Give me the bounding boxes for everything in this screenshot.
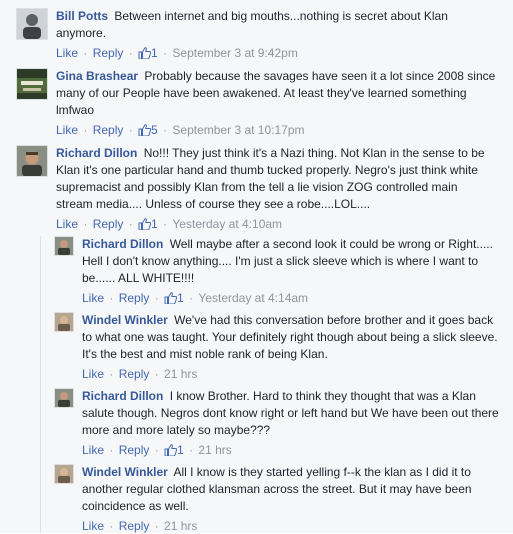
avatar[interactable] xyxy=(54,312,74,332)
reply: Windel Winkler We've had this conversati… xyxy=(54,312,504,382)
reply-link[interactable]: Reply xyxy=(93,123,124,137)
comment-author[interactable]: Richard Dillon xyxy=(56,146,137,160)
timestamp[interactable]: 21 hrs xyxy=(164,367,197,381)
reply-actions: Like · Reply · 1 · 21 hrs xyxy=(82,442,502,460)
avatar[interactable] xyxy=(16,68,48,100)
avatar[interactable] xyxy=(16,8,48,40)
reply-link[interactable]: Reply xyxy=(119,519,150,533)
reply-author[interactable]: Richard Dillon xyxy=(82,389,163,403)
profile-photo-icon xyxy=(55,465,73,483)
like-link[interactable]: Like xyxy=(82,443,104,457)
like-count[interactable]: 1 xyxy=(177,443,184,457)
thumbs-up-icon[interactable] xyxy=(138,124,152,140)
timestamp[interactable]: Yesterday at 4:14am xyxy=(198,291,308,305)
avatar[interactable] xyxy=(16,145,48,177)
avatar[interactable] xyxy=(54,236,74,256)
reply-link[interactable]: Reply xyxy=(93,217,124,231)
comment-actions: Like · Reply · 1 · September 3 at 9:42pm xyxy=(56,45,496,63)
reply-thread-rail xyxy=(40,236,41,533)
reply-actions: Like · Reply · 21 hrs xyxy=(82,367,198,381)
reply-link[interactable]: Reply xyxy=(119,367,150,381)
like-link[interactable]: Like xyxy=(56,123,78,137)
thumbs-up-icon[interactable] xyxy=(138,218,152,234)
reply-actions: Like · Reply · 1 · Yesterday at 4:14am xyxy=(82,290,502,308)
like-link[interactable]: Like xyxy=(82,367,104,381)
comment-thread: Bill Potts Between internet and big mout… xyxy=(0,0,513,533)
like-count[interactable]: 1 xyxy=(177,291,184,305)
like-link[interactable]: Like xyxy=(56,217,78,231)
avatar[interactable] xyxy=(54,464,74,484)
reply-link[interactable]: Reply xyxy=(93,46,124,60)
reply-actions: Like · Reply · 21 hrs xyxy=(82,519,198,533)
reply: Richard Dillon Well maybe after a second… xyxy=(54,236,504,308)
like-link[interactable]: Like xyxy=(56,46,78,60)
reply-author[interactable]: Richard Dillon xyxy=(82,237,163,251)
profile-photo-icon xyxy=(55,237,73,255)
thumbs-up-icon[interactable] xyxy=(164,292,178,308)
comment: Richard Dillon No!!! They just think it'… xyxy=(16,145,496,234)
timestamp[interactable]: Yesterday at 4:10am xyxy=(172,217,282,231)
like-link[interactable]: Like xyxy=(82,519,104,533)
avatar[interactable] xyxy=(54,388,74,408)
profile-photo-icon xyxy=(17,69,47,99)
profile-photo-icon xyxy=(55,389,73,407)
timestamp[interactable]: September 3 at 9:42pm xyxy=(172,46,297,60)
like-link[interactable]: Like xyxy=(82,291,104,305)
comment-actions: Like · Reply · 1 · Yesterday at 4:10am xyxy=(56,216,496,234)
comment-actions: Like · Reply · 5 · September 3 at 10:17p… xyxy=(56,122,496,140)
like-count[interactable]: 1 xyxy=(151,46,158,60)
reply: Windel Winkler All I know is they starte… xyxy=(54,464,504,534)
profile-photo-icon xyxy=(55,313,73,331)
comment-author[interactable]: Gina Brashear xyxy=(56,69,138,83)
reply-link[interactable]: Reply xyxy=(119,443,150,457)
comment: Gina Brashear Probably because the savag… xyxy=(16,68,496,140)
reply-author[interactable]: Windel Winkler xyxy=(82,313,168,327)
timestamp[interactable]: 21 hrs xyxy=(198,443,231,457)
like-count[interactable]: 1 xyxy=(151,217,158,231)
timestamp[interactable]: 21 hrs xyxy=(164,519,197,533)
timestamp[interactable]: September 3 at 10:17pm xyxy=(172,123,304,137)
reply-link[interactable]: Reply xyxy=(119,291,150,305)
thumbs-up-icon[interactable] xyxy=(164,444,178,460)
like-count[interactable]: 5 xyxy=(151,123,158,137)
comment-text: Between internet and big mouths...nothin… xyxy=(56,9,448,40)
profile-photo-icon xyxy=(17,146,47,176)
reply-author[interactable]: Windel Winkler xyxy=(82,465,168,479)
thumbs-up-icon[interactable] xyxy=(138,47,152,63)
profile-photo-icon xyxy=(17,9,47,39)
comment: Bill Potts Between internet and big mout… xyxy=(16,8,496,63)
reply: Richard Dillon I know Brother. Hard to t… xyxy=(54,388,504,460)
comment-author[interactable]: Bill Potts xyxy=(56,9,108,23)
